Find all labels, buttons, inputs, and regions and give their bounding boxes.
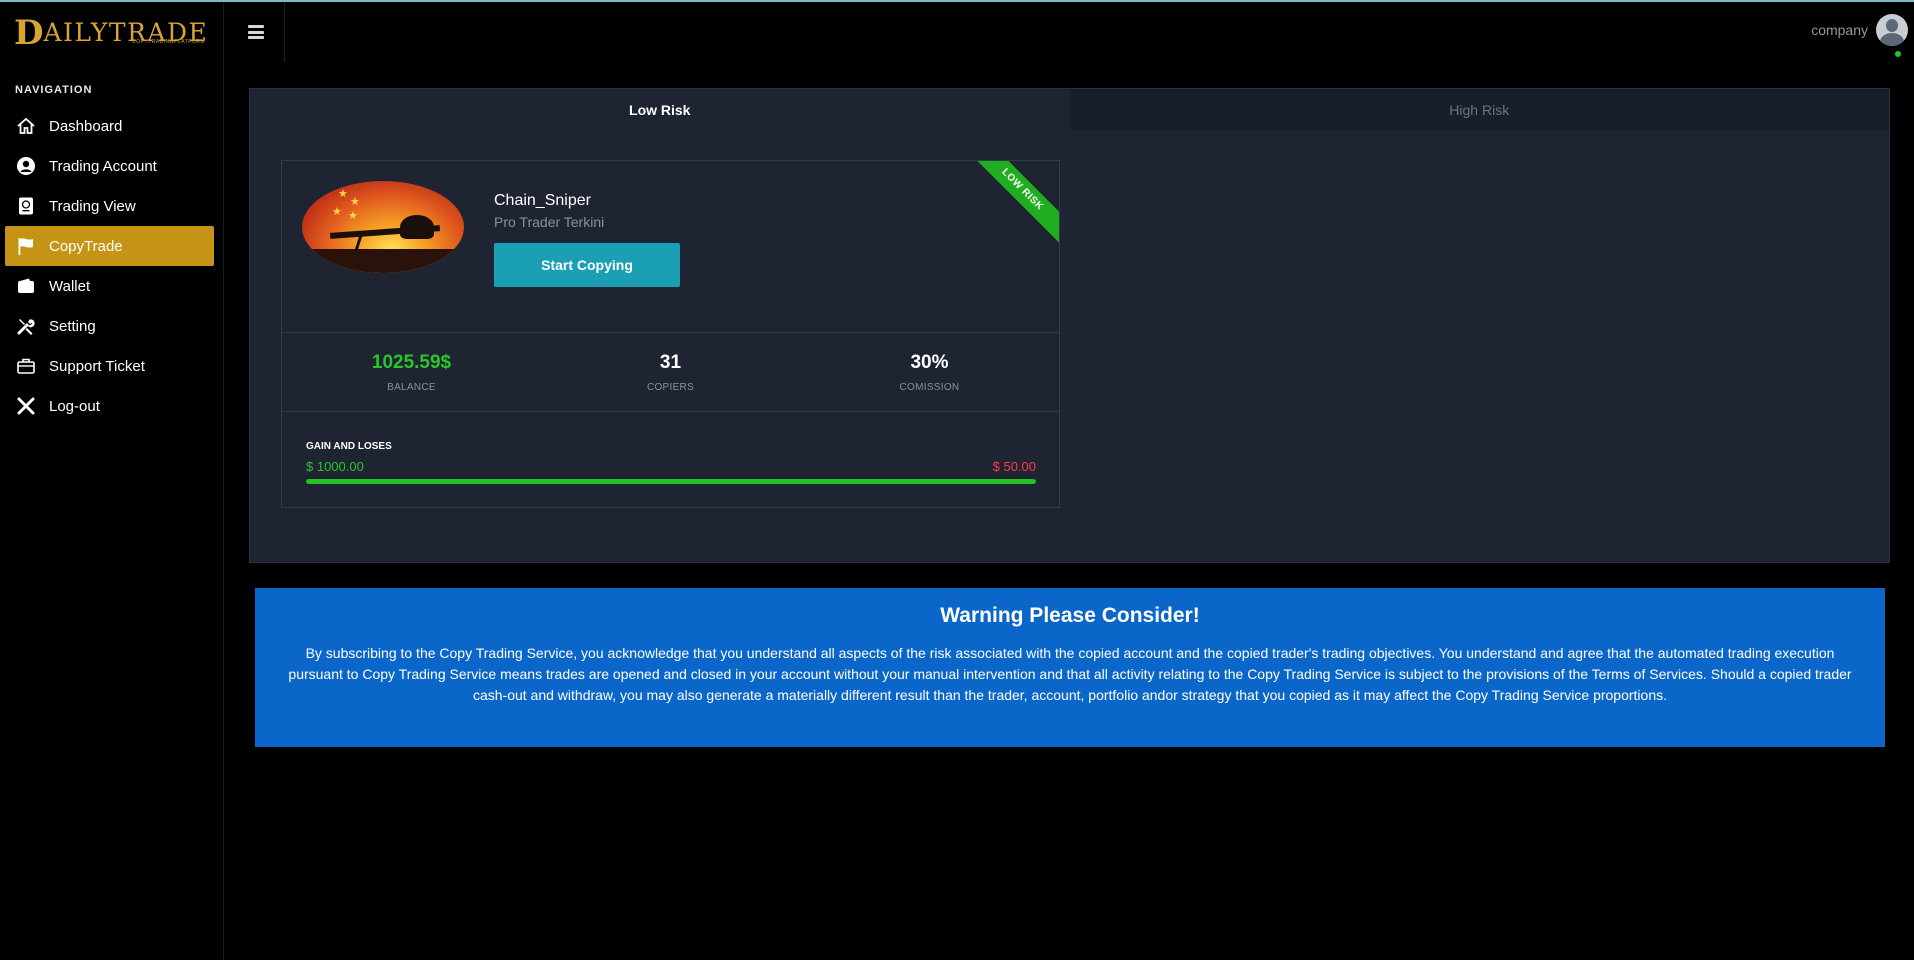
passport-icon bbox=[15, 195, 37, 217]
user-name: company bbox=[1811, 22, 1868, 38]
user-circle-icon bbox=[15, 155, 37, 177]
online-status-dot bbox=[1894, 50, 1902, 58]
sidebar: D AILYTRADE COPYTRADINGPLATFORM NAVIGATI… bbox=[0, 2, 224, 960]
top-header: company bbox=[224, 2, 1914, 62]
sidebar-item-label: Log-out bbox=[49, 397, 100, 415]
stat-value: 31 bbox=[659, 352, 682, 373]
gain-loss-title: GAIN AND LOSES bbox=[306, 441, 392, 452]
warning-text: By subscribing to the Copy Trading Servi… bbox=[288, 645, 1852, 703]
sidebar-item-wallet[interactable]: Wallet bbox=[5, 266, 214, 306]
stat-commission: 30% COMISSION bbox=[800, 333, 1059, 411]
sidebar-item-label: CopyTrade bbox=[49, 237, 123, 255]
sidebar-nav: Dashboard Trading Account Trading View C… bbox=[5, 106, 214, 426]
sidebar-item-support-ticket[interactable]: Support Ticket bbox=[5, 346, 214, 386]
sidebar-item-label: Wallet bbox=[49, 277, 91, 295]
sidebar-item-trading-view[interactable]: Trading View bbox=[5, 186, 214, 226]
gain-value: $ 1000.00 bbox=[306, 459, 364, 474]
sidebar-item-label: Support Ticket bbox=[49, 357, 145, 375]
sidebar-item-setting[interactable]: Setting bbox=[5, 306, 214, 346]
user-menu[interactable]: company bbox=[1811, 14, 1908, 58]
sidebar-item-dashboard[interactable]: Dashboard bbox=[5, 106, 214, 146]
sidebar-item-trading-account[interactable]: Trading Account bbox=[5, 146, 214, 186]
tab-low-risk[interactable]: Low Risk bbox=[250, 89, 1070, 130]
stat-value: 1025.59$ bbox=[371, 352, 452, 373]
hamburger-menu-icon[interactable] bbox=[246, 22, 266, 42]
logo-mark: D bbox=[14, 13, 44, 53]
trader-subtitle: Pro Trader Terkini bbox=[494, 214, 605, 230]
close-icon bbox=[15, 395, 37, 417]
sidebar-item-copytrade[interactable]: CopyTrade bbox=[5, 226, 214, 266]
nav-heading: NAVIGATION bbox=[15, 84, 93, 96]
stat-value: 30% bbox=[910, 352, 949, 373]
warning-box: Warning Please Consider! By subscribing … bbox=[255, 588, 1885, 747]
logo-subtitle: COPYTRADINGPLATFORM bbox=[132, 39, 206, 45]
stat-label: COMISSION bbox=[899, 382, 960, 393]
stat-balance: 1025.59$ BALANCE bbox=[282, 333, 541, 411]
start-copying-button[interactable]: Start Copying bbox=[494, 243, 680, 287]
sidebar-item-label: Trading Account bbox=[49, 157, 157, 175]
briefcase-icon bbox=[15, 355, 37, 377]
sidebar-item-log-out[interactable]: Log-out bbox=[5, 386, 214, 426]
loss-value: $ 50.00 bbox=[992, 459, 1036, 474]
trader-stats: 1025.59$ BALANCE 31 COPIERS 30% COMISSIO… bbox=[282, 332, 1059, 412]
header-divider bbox=[284, 2, 285, 62]
flag-icon bbox=[15, 235, 37, 257]
trader-card: ★ ★ ★ ★ Chain_Sniper Pro Trader Terkini … bbox=[281, 160, 1060, 508]
avatar[interactable] bbox=[1876, 14, 1908, 46]
stat-label: BALANCE bbox=[387, 382, 436, 393]
gain-loss-progress-bar bbox=[306, 479, 1036, 484]
trader-avatar-image: ★ ★ ★ ★ bbox=[302, 181, 464, 273]
tab-high-risk[interactable]: High Risk bbox=[1069, 89, 1889, 130]
warning-title: Warning Please Consider! bbox=[940, 604, 1200, 627]
tools-icon bbox=[15, 315, 37, 337]
gain-loss-progress-fill bbox=[306, 479, 1036, 484]
trader-name: Chain_Sniper bbox=[494, 192, 591, 209]
risk-ribbon: LOW RISK bbox=[961, 161, 1059, 251]
risk-tabs-panel: Low Risk High Risk ★ ★ ★ ★ Chain_Sniper … bbox=[249, 88, 1890, 563]
home-icon bbox=[15, 115, 37, 137]
sidebar-item-label: Setting bbox=[49, 317, 96, 335]
tab-bar: Low Risk High Risk bbox=[250, 89, 1889, 130]
sidebar-item-label: Dashboard bbox=[49, 117, 123, 135]
wallet-icon bbox=[15, 275, 37, 297]
sidebar-item-label: Trading View bbox=[49, 197, 136, 215]
gain-loss-section: GAIN AND LOSES $ 1000.00 $ 50.00 bbox=[306, 441, 1036, 484]
stat-label: COPIERS bbox=[646, 382, 695, 393]
gain-loss-values: $ 1000.00 $ 50.00 bbox=[306, 459, 1036, 474]
stat-copiers: 31 COPIERS bbox=[541, 333, 800, 411]
